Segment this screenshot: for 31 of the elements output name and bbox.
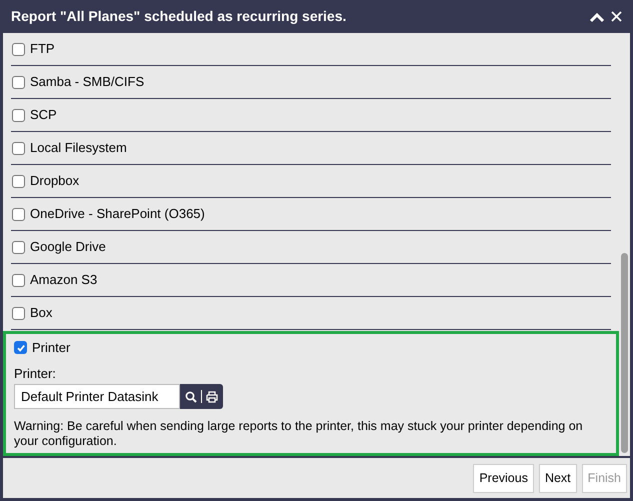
checkbox[interactable] <box>12 174 25 188</box>
option-label: SCP <box>30 106 57 124</box>
option-label: Google Drive <box>30 238 106 256</box>
option-label: Box <box>30 304 52 322</box>
option-label: Samba - SMB/CIFS <box>30 73 144 92</box>
checkbox[interactable] <box>14 341 27 354</box>
scrollbar-thumb[interactable] <box>621 253 628 453</box>
checkbox[interactable] <box>12 240 25 254</box>
checkbox[interactable] <box>12 274 25 286</box>
collapse-icon[interactable] <box>589 10 605 22</box>
checkbox[interactable] <box>12 306 25 320</box>
printer-field[interactable]: Default Printer Datasink <box>14 384 180 409</box>
option-label: FTP <box>30 40 55 58</box>
close-icon[interactable] <box>611 11 622 22</box>
checkbox[interactable] <box>12 42 25 56</box>
printer-icon[interactable] <box>206 390 218 402</box>
option-label: Amazon S3 <box>30 271 98 290</box>
option-label: OneDrive - SharePoint (O365) <box>30 205 205 224</box>
warning-text: Warning: Be careful when sending large reports to the printer, this may stuck your printer depending on your configuration. <box>14 419 584 449</box>
option-label: Printer <box>32 339 70 357</box>
nav-button[interactable]: Next <box>538 464 577 492</box>
checkbox[interactable] <box>12 142 25 154</box>
window-title: Report "All Planes" scheduled as recurring series. <box>11 7 346 26</box>
field-label: Printer: <box>14 364 57 382</box>
checkbox[interactable] <box>12 76 25 88</box>
option-label: Dropbox <box>30 172 80 190</box>
option-label: Local Filesystem <box>30 139 127 158</box>
search-icon[interactable] <box>185 390 197 402</box>
checkbox[interactable] <box>12 108 25 122</box>
checkbox[interactable] <box>12 208 25 220</box>
nav-button[interactable]: Previous <box>473 464 534 492</box>
